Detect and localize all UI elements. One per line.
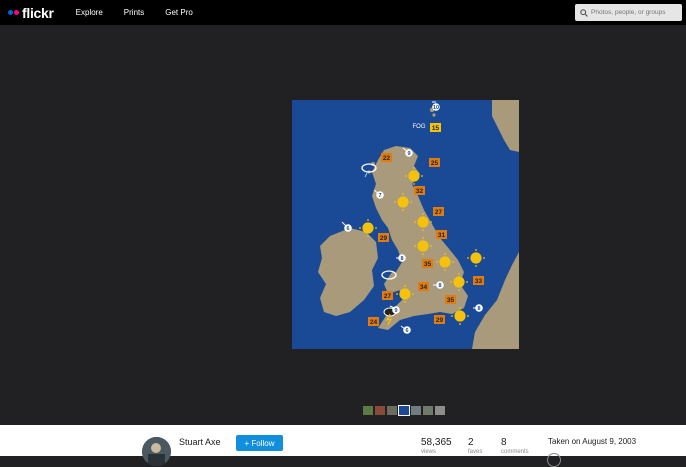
thumbnail[interactable]	[363, 406, 373, 415]
thumbnail[interactable]	[435, 406, 445, 415]
owner-name[interactable]: Stuart Axe	[179, 437, 221, 447]
wind-label: 7	[378, 193, 381, 199]
follow-button[interactable]: + Follow	[236, 435, 283, 451]
weather-map-photo[interactable]: 15 22 25 32 27 29 31 35 33 34 27 35 24 2…	[292, 100, 519, 349]
comments-label: comments	[501, 449, 529, 455]
logo-blue-dot	[8, 10, 13, 15]
search-icon	[580, 8, 588, 17]
flickr-logo[interactable]: flickr	[8, 5, 54, 21]
temp-label: 27	[384, 293, 392, 300]
top-nav-bar: flickr Explore Prints Get Pro	[0, 0, 686, 25]
wind-label: 9	[394, 308, 397, 314]
temp-label: 29	[380, 235, 388, 242]
temp-label: 29	[436, 317, 444, 324]
wind-label: 8	[400, 256, 403, 262]
temp-label: 25	[431, 160, 439, 167]
temp-label: 33	[475, 278, 483, 285]
views-count: 58,365	[421, 437, 452, 448]
search-box[interactable]	[575, 4, 682, 21]
thumbnail[interactable]	[387, 406, 397, 415]
fog-label: FOG	[413, 124, 426, 130]
thumbnail[interactable]	[375, 406, 385, 415]
temp-label: 32	[416, 188, 424, 195]
logo-pink-dot	[14, 10, 19, 15]
logo-text: flickr	[22, 4, 54, 21]
wind-label: 8	[438, 283, 441, 289]
shetland-land-2	[432, 113, 436, 117]
thumbnail-current[interactable]	[398, 405, 410, 416]
taken-date: Taken on August 9, 2003	[548, 437, 637, 446]
wind-label: 10	[433, 105, 439, 111]
photo-info-bar: Stuart Axe + Follow 58,365 views 2 faves…	[0, 425, 686, 467]
temp-label: 35	[424, 261, 432, 268]
temp-label: 15	[432, 125, 440, 132]
views-label: views	[421, 449, 437, 455]
wind-label: 6	[405, 328, 408, 334]
more-button[interactable]	[547, 453, 561, 467]
faves-count: 2	[468, 437, 474, 448]
avatar[interactable]	[142, 437, 171, 466]
temp-label: 22	[383, 155, 391, 162]
search-input[interactable]	[591, 9, 677, 16]
comments-count: 8	[501, 437, 507, 448]
main-nav: Explore Prints Get Pro	[76, 8, 214, 17]
wind-label: 6	[346, 226, 349, 232]
wind-label: 9	[407, 151, 410, 157]
faves-label: faves	[468, 449, 483, 455]
photostream-thumbnails	[363, 405, 447, 416]
temp-label: 31	[438, 232, 446, 239]
thumbnail[interactable]	[411, 406, 421, 415]
nav-get-pro[interactable]: Get Pro	[165, 8, 193, 17]
nav-prints[interactable]: Prints	[124, 8, 144, 17]
wind-label: 8	[477, 306, 480, 312]
temp-label: 35	[447, 297, 455, 304]
temp-label: 24	[370, 319, 378, 326]
temp-label: 27	[435, 209, 443, 216]
temp-label: 34	[420, 284, 428, 291]
nav-explore[interactable]: Explore	[76, 8, 103, 17]
thumbnail[interactable]	[423, 406, 433, 415]
avatar-image	[142, 437, 171, 466]
